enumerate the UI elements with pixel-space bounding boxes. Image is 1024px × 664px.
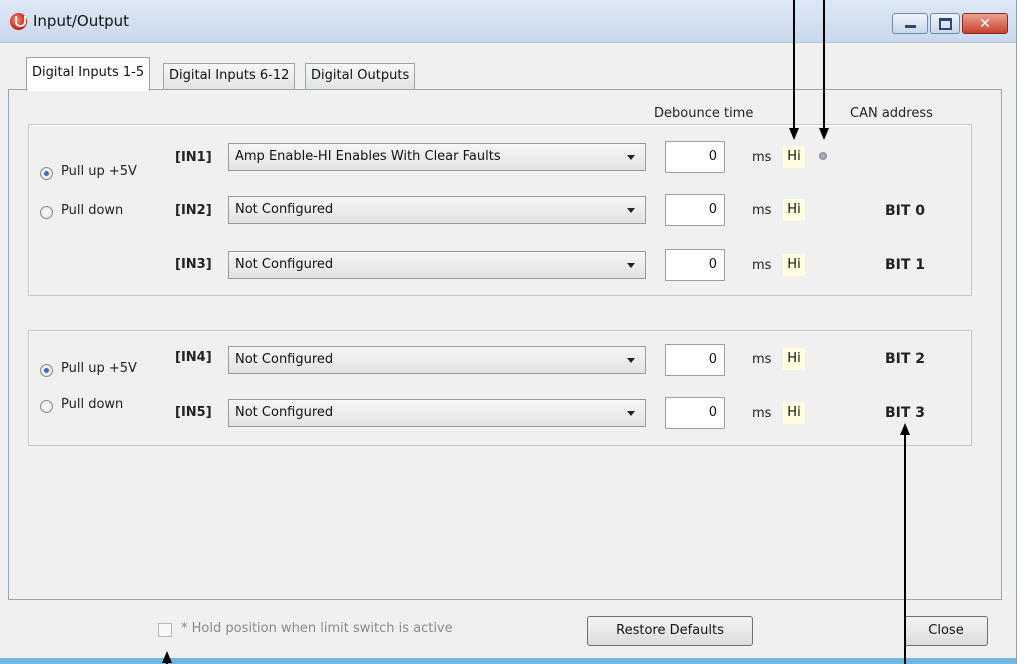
in1-state-indicator: Hi: [783, 146, 805, 168]
in2-function-select[interactable]: Not Configured: [228, 196, 646, 224]
in2-label: [IN2]: [175, 203, 212, 218]
in5-ms-unit: ms: [752, 406, 772, 421]
in2-can-bit: BIT 0: [885, 203, 926, 219]
in5-function-select[interactable]: Not Configured: [228, 399, 646, 427]
close-icon: ✕: [979, 15, 991, 32]
in4-debounce-input[interactable]: 0: [665, 344, 725, 376]
io-window: Input/Output ✕ Digital Inputs 1-5 Digita…: [0, 0, 1017, 664]
hold-position-label: * Hold position when limit switch is act…: [181, 621, 453, 636]
maximize-button[interactable]: [930, 13, 960, 34]
title-bar[interactable]: Input/Output ✕: [0, 0, 1016, 43]
in5-can-bit: BIT 3: [885, 405, 926, 421]
in4-can-bit: BIT 2: [885, 351, 926, 367]
in5-debounce-input[interactable]: 0: [665, 397, 725, 429]
in2-debounce-input[interactable]: 0: [665, 194, 725, 226]
can-address-header: CAN address: [850, 106, 933, 121]
in2-function-value: Not Configured: [235, 202, 334, 217]
minimize-icon: [904, 25, 916, 28]
in2-ms-unit: ms: [752, 203, 772, 218]
close-window-button[interactable]: ✕: [962, 13, 1008, 34]
app-icon: [10, 13, 27, 30]
annotation-arrow-down-icon: [819, 128, 829, 140]
annotation-arrow-up-icon: [900, 423, 910, 435]
in3-can-bit: BIT 1: [885, 257, 926, 273]
in3-label: [IN3]: [175, 257, 212, 272]
pull-up-radio-1[interactable]: [40, 167, 53, 180]
chevron-down-icon: [627, 411, 635, 416]
in1-function-value: Amp Enable-HI Enables With Clear Faults: [235, 149, 501, 164]
in1-ms-unit: ms: [752, 150, 772, 165]
in3-ms-unit: ms: [752, 258, 772, 273]
tab-digital-inputs-6-12[interactable]: Digital Inputs 6-12: [163, 63, 296, 89]
window-title: Input/Output: [33, 12, 129, 30]
pull-down-radio-1[interactable]: [40, 206, 53, 219]
in1-label: [IN1]: [175, 150, 212, 165]
in5-function-value: Not Configured: [235, 405, 334, 420]
in4-function-value: Not Configured: [235, 352, 334, 367]
close-button[interactable]: Close: [904, 616, 988, 646]
in2-state-indicator: Hi: [783, 199, 805, 221]
debounce-header: Debounce time: [654, 106, 754, 121]
in4-function-select[interactable]: Not Configured: [228, 346, 646, 374]
in3-debounce-input[interactable]: 0: [665, 249, 725, 281]
in5-label: [IN5]: [175, 405, 212, 420]
window-bottom-border: [0, 658, 1016, 664]
in4-ms-unit: ms: [752, 352, 772, 367]
chevron-down-icon: [627, 358, 635, 363]
annotation-arrow-line: [166, 660, 168, 664]
pull-up-radio-2[interactable]: [40, 364, 53, 377]
pull-down-label-1: Pull down: [61, 203, 124, 218]
in3-state-indicator: Hi: [783, 254, 805, 276]
tab-digital-outputs[interactable]: Digital Outputs: [305, 63, 416, 89]
restore-defaults-button[interactable]: Restore Defaults: [587, 616, 753, 646]
pull-down-label-2: Pull down: [61, 397, 124, 412]
annotation-arrow-line: [793, 0, 795, 128]
annotation-arrow-line: [823, 0, 825, 128]
annotation-arrow-down-icon: [789, 128, 799, 140]
in1-debounce-input[interactable]: 0: [665, 141, 725, 173]
annotation-arrow-line: [904, 435, 906, 664]
in3-function-value: Not Configured: [235, 257, 334, 272]
pull-up-label-2: Pull up +5V: [61, 361, 137, 376]
minimize-button[interactable]: [892, 13, 928, 34]
chevron-down-icon: [627, 208, 635, 213]
tab-digital-inputs-1-5[interactable]: Digital Inputs 1-5: [26, 57, 151, 91]
in4-state-indicator: Hi: [783, 348, 805, 370]
in1-function-select[interactable]: Amp Enable-HI Enables With Clear Faults: [228, 143, 646, 171]
pull-up-label-1: Pull up +5V: [61, 164, 137, 179]
in3-function-select[interactable]: Not Configured: [228, 251, 646, 279]
chevron-down-icon: [627, 263, 635, 268]
maximize-icon: [938, 17, 952, 30]
pull-down-radio-2[interactable]: [40, 400, 53, 413]
in4-label: [IN4]: [175, 350, 212, 365]
chevron-down-icon: [627, 155, 635, 160]
in1-led-icon: [819, 152, 827, 160]
hold-position-checkbox[interactable]: [158, 623, 172, 637]
in5-state-indicator: Hi: [783, 402, 805, 424]
